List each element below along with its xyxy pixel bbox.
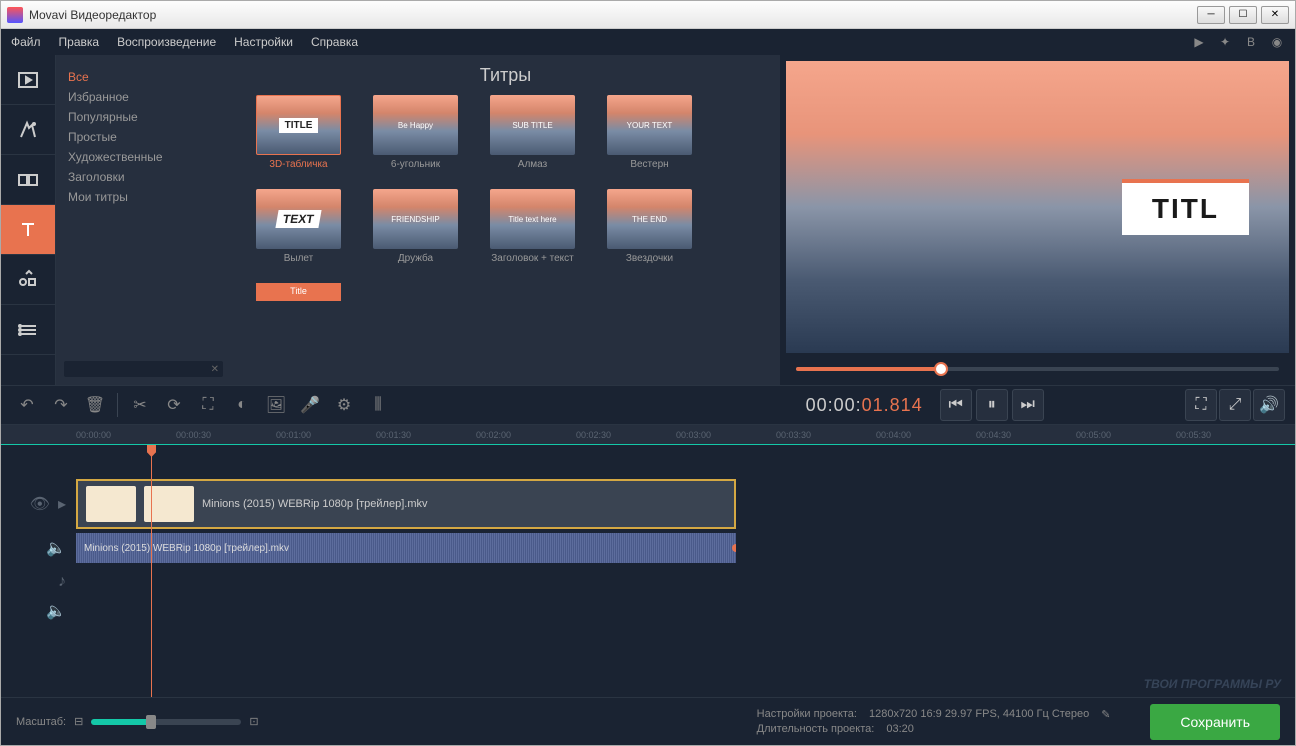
menu-file[interactable]: Файл	[11, 35, 41, 49]
tool-stickers[interactable]	[1, 255, 55, 305]
music-track-icon: ♪	[58, 573, 66, 591]
maximize-button[interactable]: ☐	[1229, 6, 1257, 24]
vk-icon[interactable]: B	[1243, 34, 1259, 50]
zoom-fit-icon[interactable]: ⊡	[249, 715, 258, 728]
app-icon	[7, 7, 23, 23]
tool-media[interactable]	[1, 55, 55, 105]
cut-button[interactable]: ✂	[124, 389, 156, 421]
rotate-button[interactable]: ⟳	[158, 389, 190, 421]
window-title: Movavi Видеоредактор	[29, 8, 156, 22]
fullscreen-button[interactable]: ⤢	[1219, 389, 1251, 421]
seek-thumb[interactable]	[934, 362, 948, 376]
menu-playback[interactable]: Воспроизведение	[117, 35, 216, 49]
menu-edit[interactable]: Правка	[59, 35, 100, 49]
cat-headings[interactable]: Заголовки	[68, 167, 219, 187]
title-item-3d[interactable]: TITLE 3D-табличка	[251, 95, 346, 171]
minimize-button[interactable]: ─	[1197, 6, 1225, 24]
tool-more[interactable]	[1, 305, 55, 355]
timeline-ruler[interactable]: 00:00:00 00:00:30 00:01:00 00:01:30 00:0…	[1, 425, 1295, 445]
menu-settings[interactable]: Настройки	[234, 35, 293, 49]
title-item-western[interactable]: YOUR TEXT Вестерн	[602, 95, 697, 171]
project-settings-label: Настройки проекта:	[757, 708, 857, 721]
titlebar: Movavi Видеоредактор ─ ☐ ✕	[1, 1, 1295, 29]
title-item-flyout[interactable]: TEXT Вылет	[251, 189, 346, 265]
category-search[interactable]: ✕	[64, 361, 223, 377]
title-item-header-text[interactable]: Title text here Заголовок + текст	[485, 189, 580, 265]
title-item-diamond[interactable]: SUB TITLE Алмаз	[485, 95, 580, 171]
title-item-partial[interactable]: Title	[251, 283, 346, 301]
menubar: Файл Правка Воспроизведение Настройки Сп…	[1, 29, 1295, 55]
settings-button[interactable]: ⚙	[328, 389, 360, 421]
edit-toolbar: ↶ ↷ 🗑 ✂ ⟳ ⛶ ◐ 🖼 🎤 ⚙ ⫼ 00:00:01.814 ⏮ ⏸ ⏭…	[1, 385, 1295, 425]
clip-end-handle[interactable]	[732, 544, 736, 552]
save-button[interactable]: Сохранить	[1150, 704, 1280, 740]
title-item-hexagon[interactable]: Be Happy 6-угольник	[368, 95, 463, 171]
tool-titles[interactable]	[1, 205, 55, 255]
timecode-display: 00:00:01.814	[806, 395, 923, 416]
cat-favorites[interactable]: Избранное	[68, 87, 219, 107]
youtube-icon[interactable]: ▶	[1191, 34, 1207, 50]
preview-panel: TITL	[780, 55, 1295, 385]
audio-track-icon: 🔈	[46, 601, 66, 621]
undo-button[interactable]: ↶	[11, 389, 43, 421]
delete-button[interactable]: 🗑	[79, 389, 111, 421]
video-track-icon: ▸	[58, 494, 66, 514]
edit-settings-icon[interactable]: ✎	[1101, 708, 1110, 721]
video-clip[interactable]: Minions (2015) WEBRip 1080p [трейлер].mk…	[76, 479, 736, 529]
volume-button[interactable]: 🔊	[1253, 389, 1285, 421]
search-input[interactable]	[68, 363, 211, 375]
status-bar: Масштаб: ⊟ ⊡ Настройки проекта: 1280x720…	[1, 697, 1295, 745]
cat-my[interactable]: Мои титры	[68, 187, 219, 207]
titles-grid: Титры TITLE 3D-табличка Be Happy 6-уголь…	[231, 55, 780, 385]
tool-transitions[interactable]	[1, 155, 55, 205]
cat-simple[interactable]: Простые	[68, 127, 219, 147]
close-button[interactable]: ✕	[1261, 6, 1289, 24]
duration-label: Длительность проекта:	[757, 723, 875, 735]
equalizer-button[interactable]: ⫼	[362, 389, 394, 421]
duration-value: 03:20	[886, 723, 914, 735]
cat-popular[interactable]: Популярные	[68, 107, 219, 127]
cat-all[interactable]: Все	[68, 67, 219, 87]
search-clear-icon[interactable]: ✕	[211, 364, 219, 375]
mute-icon[interactable]: 🔈	[46, 538, 66, 558]
image-button[interactable]: 🖼	[260, 389, 292, 421]
zoom-handle[interactable]	[146, 715, 156, 729]
preview-video[interactable]: TITL	[786, 61, 1289, 353]
audio-clip[interactable]: Minions (2015) WEBRip 1080p [трейлер].mk…	[76, 533, 736, 563]
preview-title-overlay: TITL	[1122, 179, 1249, 235]
camera-icon[interactable]: ◉	[1269, 34, 1285, 50]
app-window: Movavi Видеоредактор ─ ☐ ✕ Файл Правка В…	[0, 0, 1296, 746]
cat-artistic[interactable]: Художественные	[68, 147, 219, 167]
title-item-stars[interactable]: THE END Звездочки	[602, 189, 697, 265]
project-settings-value: 1280x720 16:9 29.97 FPS, 44100 Гц Стерео	[869, 708, 1089, 721]
timeline: 00:00:00 00:00:30 00:01:00 00:01:30 00:0…	[1, 425, 1295, 697]
pause-button[interactable]: ⏸	[976, 389, 1008, 421]
title-item-friendship[interactable]: FRIENDSHIP Дружба	[368, 189, 463, 265]
mic-button[interactable]: 🎤	[294, 389, 326, 421]
playhead[interactable]	[151, 445, 152, 697]
detach-button[interactable]: ⛶	[1185, 389, 1217, 421]
panel-heading: Титры	[231, 65, 780, 86]
next-button[interactable]: ⏭	[1012, 389, 1044, 421]
prev-button[interactable]: ⏮	[940, 389, 972, 421]
zoom-label: Масштаб:	[16, 716, 66, 728]
ok-icon[interactable]: ✦	[1217, 34, 1233, 50]
crop-button[interactable]: ⛶	[192, 389, 224, 421]
color-button[interactable]: ◐	[226, 389, 258, 421]
preview-seek-slider[interactable]	[786, 359, 1289, 379]
tool-filters[interactable]	[1, 105, 55, 155]
zoom-slider[interactable]	[91, 719, 241, 725]
categories-panel: Все Избранное Популярные Простые Художес…	[56, 55, 231, 385]
menu-help[interactable]: Справка	[311, 35, 358, 49]
watermark: ТВОИ ПРОГРАММЫ РУ	[1144, 677, 1281, 691]
tool-sidebar	[1, 55, 56, 385]
clip-thumbnail	[86, 486, 136, 522]
redo-button[interactable]: ↷	[45, 389, 77, 421]
visibility-icon[interactable]: 👁	[30, 494, 50, 514]
zoom-out-icon[interactable]: ⊟	[74, 715, 83, 728]
